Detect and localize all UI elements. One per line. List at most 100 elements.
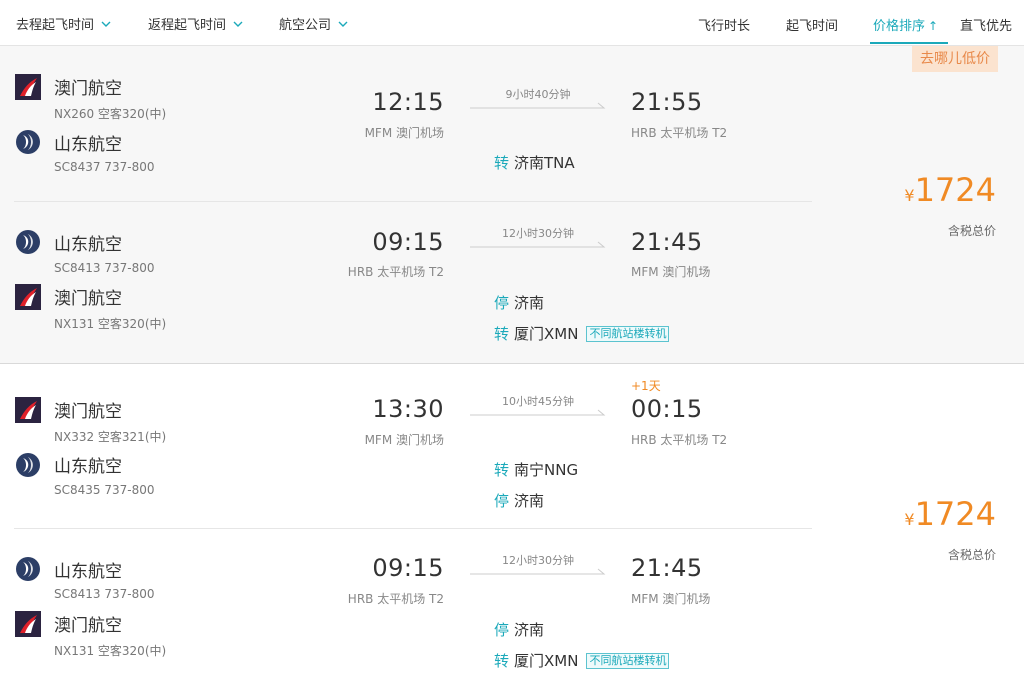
departure-airport: HRB 太平机场 T2	[347, 592, 444, 606]
flight-number: SC8437 737-800	[54, 160, 155, 174]
transfer-tag: 转	[494, 154, 510, 172]
sort-takeoff[interactable]: 起飞时间	[786, 15, 838, 34]
air-macau-logo	[15, 611, 41, 637]
stopover: 转 济南TNA	[494, 152, 575, 173]
airline-filter-label: 航空公司	[279, 18, 332, 33]
flight-number: NX260 空客320(中)	[54, 107, 167, 121]
departure-time: 09:15	[372, 554, 444, 582]
departure-time: 13:30	[372, 395, 444, 423]
terminal-change-badge: 不同航站楼转机	[586, 325, 670, 342]
filter-bar: 去程起飞时间 返程起飞时间 航空公司 飞行时长 起飞时间 价格排序 ↑ 直飞优先	[0, 0, 1024, 46]
flight-duration: 10小时45分钟	[502, 395, 574, 408]
duration-arrow-icon	[470, 102, 606, 109]
stop-tag: 停	[494, 294, 510, 312]
depart-time-filter[interactable]: 去程起飞时间	[16, 14, 112, 33]
stop-place: 南宁NNG	[514, 461, 579, 479]
departure-airport: MFM 澳门机场	[364, 433, 444, 447]
departure-airport: MFM 澳门机场	[364, 126, 444, 140]
price[interactable]: ¥1724	[904, 171, 996, 209]
price[interactable]: ¥1724	[904, 495, 996, 533]
airline-name: 澳门航空	[54, 289, 122, 309]
duration-arrow-icon	[470, 241, 606, 248]
flight-number: NX332 空客321(中)	[54, 430, 167, 444]
chevron-down-icon	[338, 21, 348, 27]
shandong-airlines-logo	[16, 557, 40, 581]
shandong-airlines-logo	[16, 130, 40, 154]
stop-place: 济南	[514, 492, 545, 510]
airline-name: 澳门航空	[54, 79, 122, 99]
return-time-filter[interactable]: 返程起飞时间	[148, 14, 244, 33]
air-macau-logo	[15, 397, 41, 423]
sort-price-label: 价格排序	[873, 19, 926, 34]
currency-symbol: ¥	[904, 186, 915, 205]
arrival-airport: MFM 澳门机场	[631, 265, 711, 279]
stop-place: 济南	[514, 621, 545, 639]
stopover: 停 济南	[494, 490, 544, 511]
flight-duration: 9小时40分钟	[505, 88, 571, 101]
airline-name: 山东航空	[54, 235, 122, 255]
arrival-airport: HRB 太平机场 T2	[631, 433, 728, 447]
sort-duration[interactable]: 飞行时长	[698, 15, 750, 34]
chevron-down-icon	[101, 21, 111, 27]
arrival-airport: HRB 太平机场 T2	[631, 126, 728, 140]
arrival-time: 21:55	[631, 88, 703, 116]
stop-place: 济南	[514, 294, 545, 312]
arrival-time: 21:45	[631, 228, 703, 256]
arrival-time: 00:15	[631, 395, 703, 423]
stopover: 转 南宁NNG	[494, 459, 578, 480]
transfer-tag: 转	[494, 325, 510, 343]
depart-time-filter-label: 去程起飞时间	[16, 18, 95, 33]
flight-number: SC8413 737-800	[54, 261, 155, 275]
flight-segment-return: 山东航空 SC8413 737-800 澳门航空 NX131 空客320(中) …	[0, 528, 820, 678]
duration-arrow-icon	[470, 568, 606, 575]
active-sort-underline	[870, 42, 948, 44]
departure-time: 12:15	[372, 88, 444, 116]
offer-card[interactable]: 去哪儿低价 澳门航空 NX260 空客320(中) 山东航空 SC8437 73…	[0, 46, 1024, 364]
stop-place: 厦门XMN	[514, 325, 579, 343]
offer-card[interactable]: 澳门航空 NX332 空客321(中) 山东航空 SC8435 737-800 …	[0, 364, 1024, 691]
flight-duration: 12小时30分钟	[502, 554, 574, 567]
flight-number: NX131 空客320(中)	[54, 644, 167, 658]
airline-name: 山东航空	[54, 135, 122, 155]
air-macau-logo	[15, 284, 41, 310]
stop-tag: 停	[494, 492, 510, 510]
airline-name: 澳门航空	[54, 402, 122, 422]
arrival-time: 21:45	[631, 554, 703, 582]
stop-place: 济南TNA	[514, 154, 575, 172]
flight-number: NX131 空客320(中)	[54, 317, 167, 331]
departure-airport: HRB 太平机场 T2	[347, 265, 444, 279]
flight-duration: 12小时30分钟	[502, 227, 574, 240]
arrival-airport: MFM 澳门机场	[631, 592, 711, 606]
airline-name: 山东航空	[54, 457, 122, 477]
flight-number: SC8413 737-800	[54, 587, 155, 601]
flight-segment-return: 山东航空 SC8413 737-800 澳门航空 NX131 空客320(中) …	[0, 201, 820, 351]
airline-name: 澳门航空	[54, 616, 122, 636]
transfer-tag: 转	[494, 461, 510, 479]
sort-direct[interactable]: 直飞优先	[960, 15, 1012, 34]
price-note: 含税总价	[947, 548, 996, 562]
chevron-down-icon	[233, 21, 243, 27]
arrow-up-icon: ↑	[928, 19, 939, 33]
price-value: 1724	[914, 171, 996, 209]
terminal-change-badge: 不同航站楼转机	[586, 652, 670, 669]
price-value: 1724	[914, 495, 996, 533]
currency-symbol: ¥	[904, 510, 915, 529]
shandong-airlines-logo	[16, 453, 40, 477]
sort-price[interactable]: 价格排序 ↑	[873, 15, 938, 34]
cheapest-badge: 去哪儿低价	[912, 46, 998, 72]
stop-tag: 停	[494, 621, 510, 639]
shandong-airlines-logo	[16, 230, 40, 254]
stopover: 停 济南	[494, 292, 544, 313]
air-macau-logo	[15, 74, 41, 100]
airline-filter[interactable]: 航空公司	[279, 14, 349, 33]
stopover: 转 厦门XMN 不同航站楼转机	[494, 650, 670, 671]
flight-number: SC8435 737-800	[54, 483, 155, 497]
stopover: 停 济南	[494, 619, 544, 640]
price-note: 含税总价	[947, 224, 996, 238]
transfer-tag: 转	[494, 652, 510, 670]
flight-segment-outbound: 澳门航空 NX332 空客321(中) 山东航空 SC8435 737-800 …	[0, 364, 820, 514]
return-time-filter-label: 返程起飞时间	[148, 18, 227, 33]
next-day-indicator: +1天	[631, 379, 661, 393]
duration-arrow-icon	[470, 409, 606, 416]
flight-segment-outbound: 澳门航空 NX260 空客320(中) 山东航空 SC8437 737-800 …	[0, 46, 820, 196]
